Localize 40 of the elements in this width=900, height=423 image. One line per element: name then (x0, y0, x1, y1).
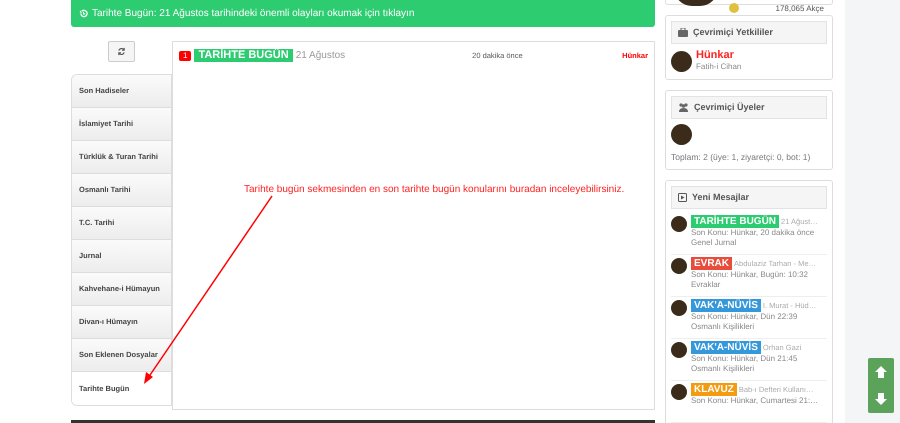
users-icon (678, 103, 689, 112)
last-post-info: Son Konu: Hünkar, Dün 22:39 (691, 312, 798, 322)
count-badge: 1 (179, 50, 192, 60)
thread-prefix: VAK'A-NÜVİS (691, 299, 761, 312)
last-post-info: Son Konu: Hünkar, 20 dakika önce (691, 228, 816, 238)
currency-amount: 178,065 Akçe (776, 3, 824, 15)
avatar[interactable] (671, 50, 692, 72)
scroll-up-button[interactable] (874, 364, 888, 379)
forum-name: Osmanlı Kişilikleri (691, 364, 756, 374)
scroll-down-button[interactable] (874, 392, 888, 406)
last-post-info: Son Konu: Hünkar, Dün 21:45 (691, 354, 798, 364)
thread-prefix: TARİHTE BUGÜN (691, 215, 780, 228)
annotation-text: Tarihte bugün sekmesinden en son tarihte bugün konularını buradan inceleyebilirsiniz. (244, 183, 624, 197)
play-square-icon (678, 193, 687, 202)
avatar[interactable] (671, 300, 687, 316)
coin-icon (729, 3, 739, 13)
card-title: Çevrimiçi Üyeler (694, 101, 765, 114)
avatar[interactable] (671, 216, 687, 232)
refresh-icon (117, 47, 126, 56)
avatar[interactable] (671, 384, 687, 400)
thread-prefix: EVRAK (691, 257, 732, 270)
thread-prefix: KLAVUZ (691, 383, 737, 396)
card-title: Yeni Mesajlar (692, 190, 750, 204)
user-name[interactable]: Hünkar (696, 49, 742, 62)
card-title: Çevrimiçi Yetkililer (693, 26, 773, 39)
last-post-info: Son Konu: Hünkar, Cumartesi 21:… (691, 396, 820, 406)
user-rank: Fatih-i Cihan (696, 61, 742, 74)
online-summary: Toplam: 2 (üye: 1, ziyaretçi: 0, bot: 1) (671, 151, 812, 164)
forum-name: Evraklar (691, 280, 722, 290)
avatar[interactable] (671, 124, 692, 146)
avatar[interactable] (671, 342, 687, 358)
forum-name: Genel Jurnal (691, 238, 738, 248)
last-post-info: Son Konu: Hünkar, Bugün: 10:32 (691, 270, 809, 280)
forum-name: Osmanlı Kişilikleri (691, 322, 756, 332)
thread-prefix: VAK'A-NÜVİS (691, 341, 761, 354)
briefcase-icon (678, 28, 688, 38)
topic-prefix: TARİHTE BUGÜN (194, 49, 293, 62)
avatar[interactable] (671, 258, 687, 274)
refresh-button[interactable] (108, 41, 135, 62)
history-icon (79, 9, 88, 18)
